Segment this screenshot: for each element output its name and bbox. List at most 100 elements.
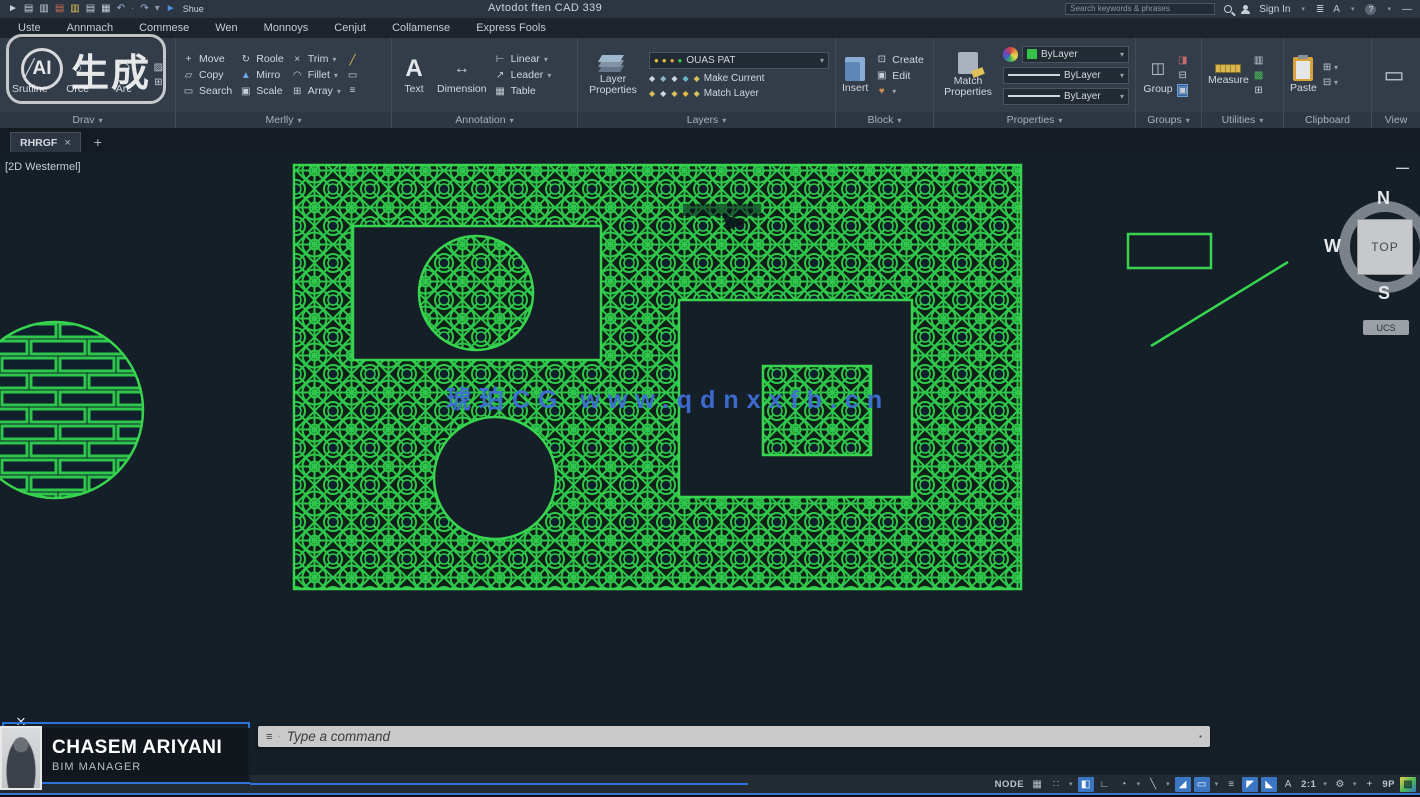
diagonal-line-entity[interactable] xyxy=(1151,262,1288,346)
linetype-dropdown[interactable]: ByLayer ▾ xyxy=(1003,88,1129,105)
polyline-button[interactable]: ╱ Srutline xyxy=(12,56,48,95)
panel-label-layers[interactable]: Layers▾ xyxy=(578,112,835,128)
leader-caret-icon[interactable]: ▾ xyxy=(547,71,551,80)
caret-icon[interactable]: ▾ xyxy=(155,0,160,18)
help-caret-icon[interactable]: ▾ xyxy=(1385,2,1393,17)
id-point-icon[interactable]: ▥ xyxy=(1254,55,1263,66)
ortho-mode-icon[interactable]: ∟ xyxy=(1097,777,1113,792)
panel-label-block[interactable]: Block▾ xyxy=(836,112,933,128)
dimension-button[interactable]: ↔ Dimension xyxy=(437,56,487,95)
move-button[interactable]: +Move xyxy=(182,53,232,65)
ucs-button[interactable]: UCS xyxy=(1363,320,1409,335)
lineweight-icon[interactable]: ≡ xyxy=(1223,777,1239,792)
fillet-caret-icon[interactable]: ▾ xyxy=(334,71,338,80)
linear-caret-icon[interactable]: ▾ xyxy=(544,55,548,64)
panel-label-utilities[interactable]: Utilities▾ xyxy=(1202,112,1283,128)
scale-caret-icon[interactable]: ▾ xyxy=(1321,777,1329,792)
app-store-icon[interactable]: ≣ xyxy=(1316,4,1324,15)
stretch-button[interactable]: ▭Search xyxy=(182,85,232,97)
arc-button[interactable]: ◠ Arc xyxy=(108,56,140,95)
share-icon[interactable]: ► xyxy=(166,0,176,18)
layer-freeze-icon[interactable]: ◆ xyxy=(660,74,666,83)
menu-tab-cenjut[interactable]: Cenjut xyxy=(334,22,366,34)
panel-label-clipboard[interactable]: Clipboard xyxy=(1284,112,1371,128)
doc-icon[interactable]: ▦ xyxy=(101,0,110,18)
panel-label-modify[interactable]: Merlly▾ xyxy=(176,112,391,128)
layer-unlock-icon[interactable]: ◆ xyxy=(671,89,677,98)
signin-caret-icon[interactable]: ▾ xyxy=(1299,2,1307,17)
make-current-button[interactable]: Make Current xyxy=(704,73,765,84)
menu-tab-express-fools[interactable]: Express Fools xyxy=(476,22,546,34)
copy-clip-icon[interactable]: ⊞ ▾ xyxy=(1323,62,1338,73)
menu-tab-uste[interactable]: Uste xyxy=(18,22,41,34)
tab-close-icon[interactable]: × xyxy=(64,137,70,149)
object-snap-tracking-icon[interactable]: ╲ xyxy=(1145,777,1161,792)
window-minimize-button[interactable]: — xyxy=(1402,4,1412,15)
search-input[interactable]: Search keywords & phrases xyxy=(1065,3,1215,15)
lightbulb-on-icon[interactable]: ● xyxy=(662,56,667,65)
polar-tracking-icon[interactable]: ◔ xyxy=(1116,777,1132,792)
dot-icon[interactable]: · xyxy=(131,0,134,18)
copy-button[interactable]: ▱Copy xyxy=(182,69,232,81)
object-snap-icon[interactable]: ▭ xyxy=(1194,777,1210,792)
annotation-scale-button[interactable]: 2:1 xyxy=(1299,777,1318,792)
command-recent-icon[interactable]: ▪ xyxy=(1199,732,1202,741)
snap-mode-icon[interactable]: ∷ xyxy=(1048,777,1064,792)
trim-caret-icon[interactable]: ▾ xyxy=(332,55,336,64)
save-icon[interactable]: ▤ xyxy=(55,0,64,18)
block-attributes-button[interactable]: ♥▾ xyxy=(875,86,924,97)
group-edit-icon[interactable]: ⊟ xyxy=(1178,70,1187,81)
viewcube-north[interactable]: N xyxy=(1377,188,1390,209)
annotation-visibility-icon[interactable]: A xyxy=(1280,777,1296,792)
create-block-button[interactable]: ⊡Create xyxy=(875,54,924,66)
a-caret-icon[interactable]: ▾ xyxy=(1349,2,1357,17)
plot-icon[interactable]: ▥ xyxy=(70,0,79,18)
region-icon[interactable]: ⊞ xyxy=(154,77,163,88)
cut-clip-icon[interactable]: ⊟ ▾ xyxy=(1323,77,1338,88)
object-color-dropdown[interactable]: ByLayer ▾ xyxy=(1022,46,1129,63)
panel-label-groups[interactable]: Groups▾ xyxy=(1136,112,1201,128)
panel-label-draw[interactable]: Drav▾ xyxy=(0,112,175,128)
autodesk-a-icon[interactable]: A xyxy=(1333,4,1340,15)
menu-tab-commese[interactable]: Commese xyxy=(139,22,189,34)
layer-walk-icon[interactable]: ◆ xyxy=(649,89,655,98)
quick-select-icon[interactable]: ▩ xyxy=(1254,70,1263,81)
signin-button[interactable]: Sign In xyxy=(1259,4,1290,15)
array-caret-icon[interactable]: ▾ xyxy=(337,87,341,96)
drawing-canvas[interactable]: [2D Westermel] — TOP N W S UCS 琥珀CG www.… xyxy=(0,152,1420,775)
layer-off-icon[interactable]: ◆ xyxy=(649,74,655,83)
lineweight-dropdown[interactable]: ByLayer ▾ xyxy=(1003,67,1129,84)
small-rectangle-entity[interactable] xyxy=(1128,234,1211,268)
clean-screen-icon[interactable]: ▩ xyxy=(1400,777,1416,792)
overkill-icon[interactable]: ≡ xyxy=(348,85,357,96)
layer-merge-icon[interactable]: ◆ xyxy=(682,89,688,98)
customize-plus-icon[interactable]: + xyxy=(1361,777,1377,792)
group-button[interactable]: ◫ Group xyxy=(1142,56,1174,95)
folder-lock-icon[interactable]: ● xyxy=(670,56,675,65)
layer-dropdown[interactable]: ●●●● OUAS PAT ▾ xyxy=(649,52,829,69)
document-tab[interactable]: RHRGF × xyxy=(10,132,81,152)
boundary-hole-circle[interactable] xyxy=(434,417,556,539)
layer-thaw-icon[interactable]: ◆ xyxy=(660,89,666,98)
erase-pencil-icon[interactable]: ╱ xyxy=(348,55,357,66)
infer-constraints-icon[interactable]: ◧ xyxy=(1078,777,1094,792)
edit-block-button[interactable]: ▣Edit xyxy=(875,70,924,82)
otrack-caret-icon[interactable]: ▾ xyxy=(1164,777,1172,792)
panel-label-properties[interactable]: Properties▾ xyxy=(934,112,1135,128)
panel-label-view[interactable]: View xyxy=(1372,112,1420,128)
workspace-gear-icon[interactable]: ⚙ xyxy=(1332,777,1348,792)
hatch-icon[interactable]: ▨ xyxy=(154,62,163,73)
undo-icon[interactable]: ↶ xyxy=(117,0,125,18)
layer-properties-button[interactable]: Layer Properties xyxy=(584,55,642,96)
layer-current-icon[interactable]: ◆ xyxy=(694,74,700,83)
fillet-button[interactable]: ◠Fillet▾ xyxy=(291,69,341,81)
scale-button[interactable]: ▣Scale xyxy=(239,85,283,97)
quick-calc-icon[interactable]: ⊞ xyxy=(1254,85,1263,96)
paste-button[interactable]: Paste xyxy=(1290,57,1317,94)
ungroup-icon[interactable]: ◨ xyxy=(1178,55,1187,66)
menu-tab-annmach[interactable]: Annmach xyxy=(67,22,113,34)
insert-button[interactable]: Insert xyxy=(842,57,868,94)
mirror-button[interactable]: ▲Mirro xyxy=(239,69,283,81)
array-button[interactable]: ⊞Array▾ xyxy=(291,85,341,97)
explode-icon[interactable]: ▭ xyxy=(348,70,357,81)
